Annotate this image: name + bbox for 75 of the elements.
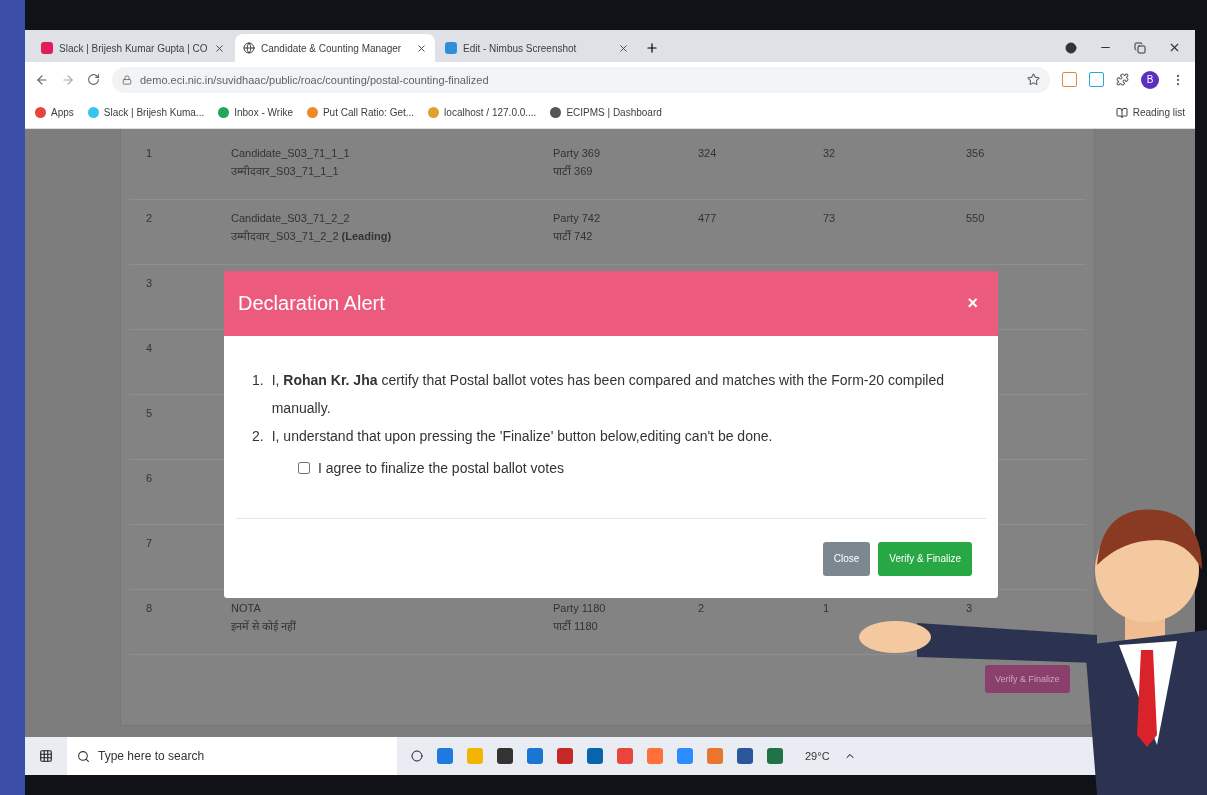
new-tab-icon[interactable] xyxy=(645,41,659,55)
total-votes: 550 xyxy=(966,212,986,224)
vote-count: 1 xyxy=(823,602,831,614)
forward-icon[interactable] xyxy=(61,72,75,87)
list-number: 1. xyxy=(252,371,264,390)
party-name-hindi: पार्टी 369 xyxy=(553,164,594,178)
candidate-name-hindi: उम्मीदवार_S03_71_1_1 xyxy=(231,164,340,178)
taskbar-search-field[interactable]: Type here to search xyxy=(67,737,397,775)
party-name: Party 1180 xyxy=(553,602,607,614)
extension-icon[interactable] xyxy=(1089,72,1104,87)
favicon-icon xyxy=(445,42,457,54)
taskbar-app-icon[interactable] xyxy=(497,748,513,764)
declaration-text: I, understand that upon pressing the 'Finalize' button below,editing can't be done. xyxy=(271,427,773,446)
bookmark-link[interactable]: Apps xyxy=(35,107,74,118)
close-icon[interactable] xyxy=(416,42,427,54)
candidate-name: Candidate_S03_71_2_2 xyxy=(231,212,351,224)
close-button[interactable]: Close xyxy=(822,541,871,576)
vote-count: 324 xyxy=(698,147,718,159)
row-number: 7 xyxy=(146,537,154,549)
bookmark-link[interactable]: Inbox - Wrike xyxy=(218,107,293,118)
row-number: 6 xyxy=(146,472,154,484)
reading-list-button[interactable]: Reading list xyxy=(1115,106,1185,119)
candidate-name: Candidate_S03_71_1_1 xyxy=(231,147,351,159)
row-number: 8 xyxy=(146,602,154,614)
agree-checkbox[interactable] xyxy=(298,462,310,474)
row-number: 4 xyxy=(146,342,154,354)
close-icon[interactable] xyxy=(214,42,225,54)
total-votes: 356 xyxy=(966,147,986,159)
vote-count: 32 xyxy=(823,147,837,159)
bookmark-link[interactable]: localhost / 127.0.0.... xyxy=(428,107,537,118)
profile-avatar[interactable]: B xyxy=(1141,70,1159,89)
close-icon[interactable] xyxy=(618,42,629,54)
candidate-name-hindi: इनमें से कोई नहीं xyxy=(231,619,298,633)
browser-tab[interactable]: Edit - Nimbus Screenshot xyxy=(437,34,637,62)
favicon-icon xyxy=(41,42,53,54)
browser-tab[interactable]: Slack | Brijesh Kumar Gupta | CO xyxy=(33,34,233,62)
close-icon[interactable] xyxy=(1168,41,1181,54)
star-icon[interactable] xyxy=(1027,73,1040,86)
candidate-name: NOTA xyxy=(231,602,262,614)
party-name: Party 742 xyxy=(553,212,602,224)
extension-icon[interactable] xyxy=(1062,72,1077,87)
vote-count: 477 xyxy=(698,212,718,224)
browser-tab[interactable]: Candidate & Counting Manager xyxy=(235,34,435,62)
party-name-hindi: पार्टी 742 xyxy=(553,229,594,243)
lock-icon xyxy=(122,74,132,85)
agree-label: I agree to finalize the postal ballot votes xyxy=(318,460,564,476)
candidate-name-hindi: उम्मीदवार_S03_71_2_2 (Leading) xyxy=(231,229,393,243)
globe-icon xyxy=(243,42,255,54)
bookmark-link[interactable]: Put Call Ratio: Get... xyxy=(306,107,415,118)
bookmark-link[interactable]: ECIPMS | Dashboard xyxy=(550,107,662,118)
restore-icon[interactable] xyxy=(1134,41,1146,54)
vote-count: 73 xyxy=(823,212,837,224)
cortana-icon[interactable] xyxy=(411,750,423,762)
vote-count: 2 xyxy=(698,602,706,614)
party-name-hindi: पार्टी 1180 xyxy=(553,619,599,633)
book-icon xyxy=(1115,106,1128,119)
search-icon xyxy=(77,749,90,763)
row-number: 3 xyxy=(146,277,154,289)
back-icon[interactable] xyxy=(35,72,49,87)
taskbar-app-icon[interactable] xyxy=(737,748,753,764)
party-name: Party 369 xyxy=(553,147,602,159)
reload-icon[interactable] xyxy=(87,73,100,86)
list-number: 2. xyxy=(252,427,264,446)
start-icon[interactable] xyxy=(39,749,53,763)
record-icon[interactable] xyxy=(1065,41,1077,54)
total-votes: 3 xyxy=(966,602,974,614)
row-number: 2 xyxy=(146,212,154,224)
dialog-title: Declaration Alert xyxy=(238,292,385,315)
puzzle-icon[interactable] xyxy=(1116,73,1129,86)
address-bar[interactable]: demo.eci.nic.in/suvidhaac/public/roac/counting/postal-counting-finalized xyxy=(112,66,1050,93)
declaration-text: I, Rohan Kr. Jha certify that Postal ballot votes has been compared and matches with the Form-20 compiled manually. xyxy=(271,371,945,418)
row-number: 5 xyxy=(146,407,154,419)
row-number: 1 xyxy=(146,147,154,159)
temperature-text: 29°C xyxy=(805,750,830,762)
bookmark-link[interactable]: Slack | Brijesh Kuma... xyxy=(87,107,205,118)
